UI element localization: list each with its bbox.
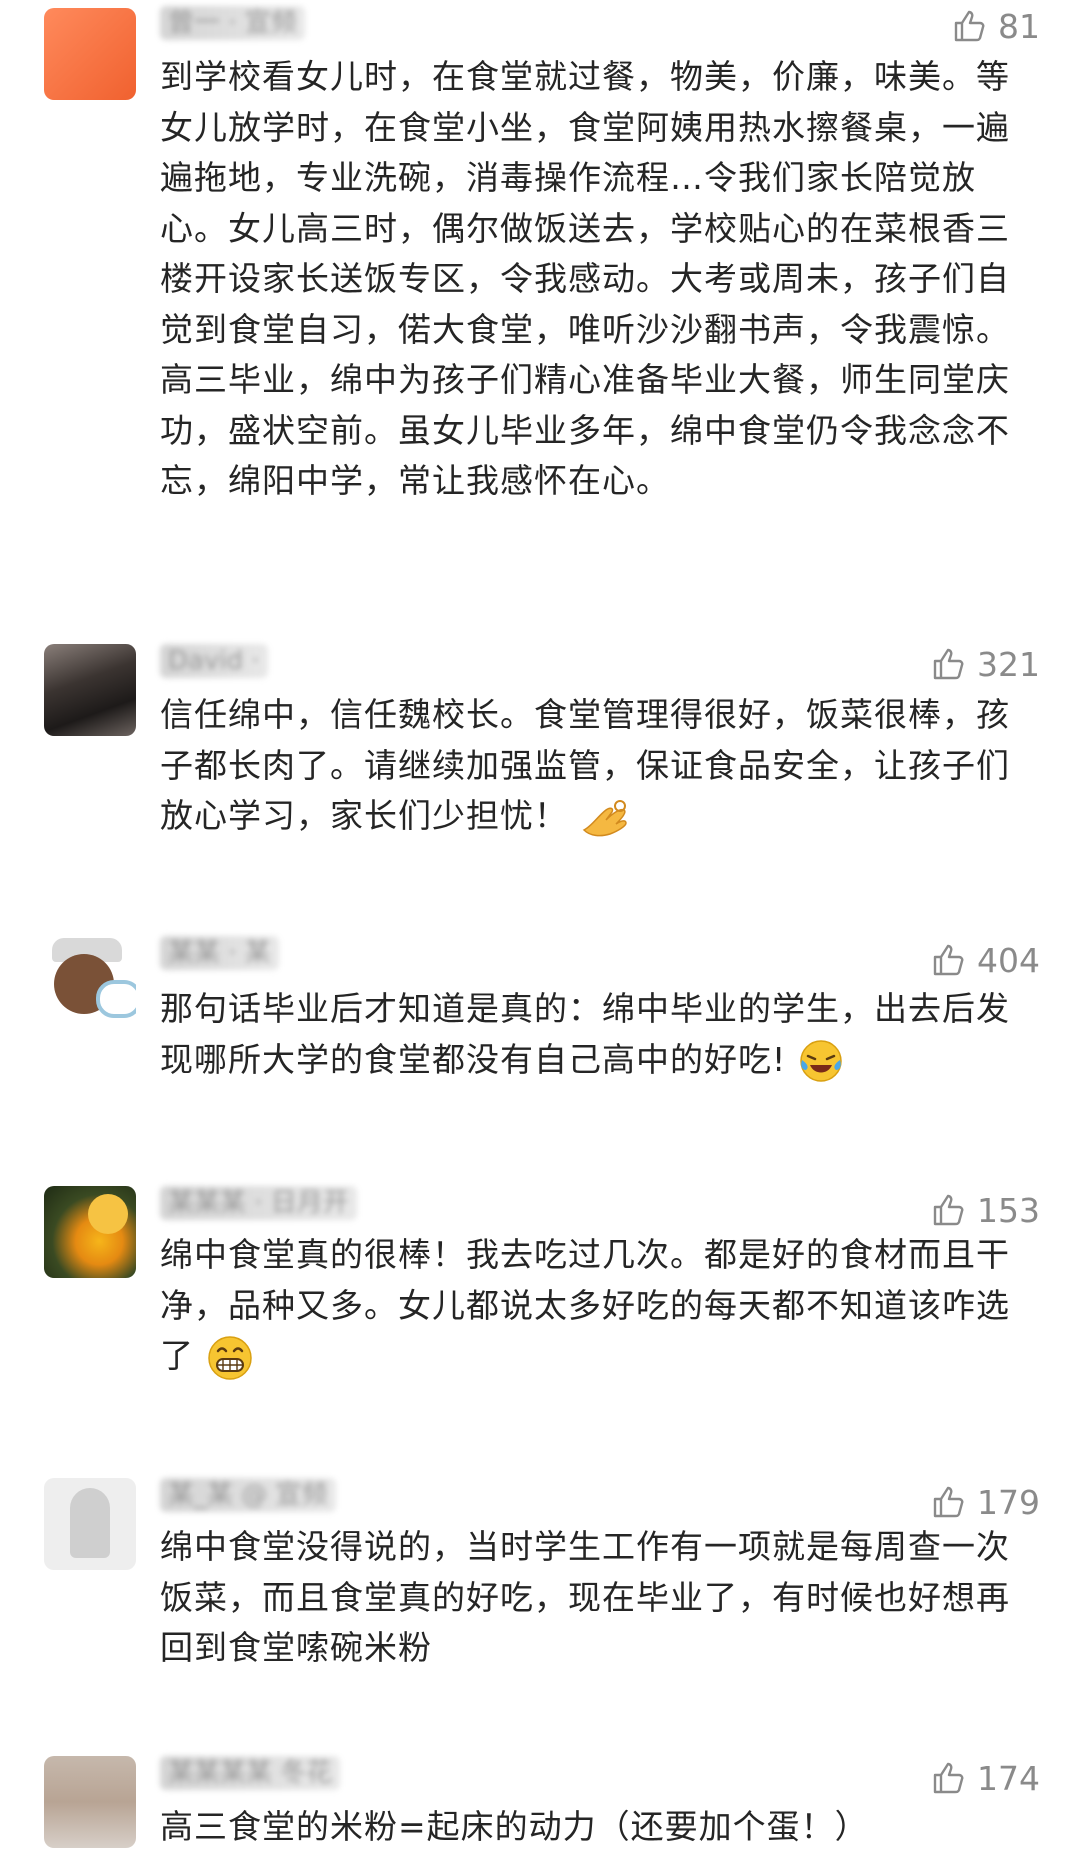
like-button[interactable]: 81: [952, 6, 1040, 46]
comment-item: 曾一 · 宣频 81 到学校看女儿时，在食堂就过餐，物美，价廉，味美。等女儿放学…: [0, 0, 1080, 600]
comment-item: 某_某 @ 宣频 179 绵中食堂没得说的，当时学生工作有一项就是每周查一次饭菜…: [0, 1470, 1080, 1710]
crying-laughing-emoji: [799, 1040, 842, 1082]
like-button[interactable]: 404: [931, 940, 1040, 980]
comment-text-block: 信任绵中，信任魏校长。食堂管理得很好，饭菜很棒，孩子都长肉了。请继续加强监管，保…: [160, 690, 1030, 842]
comment-item: 某某 · 某 404 那句话毕业后才知道是真的：绵中毕业的学生，出去后发现哪所大…: [0, 928, 1080, 1128]
comment-text: 那句话毕业后才知道是真的：绵中毕业的学生，出去后发现哪所大学的食堂都没有自己高中…: [160, 989, 1010, 1079]
comment-text: 到学校看女儿时，在食堂就过餐，物美，价廉，味美。等女儿放学时，在食堂小坐，食堂阿…: [160, 57, 1010, 500]
avatar[interactable]: [44, 1478, 136, 1570]
like-button[interactable]: 174: [931, 1758, 1040, 1798]
comment-text: 绵中食堂没得说的，当时学生工作有一项就是每周查一次饭菜，而且食堂真的好吃，现在毕…: [160, 1527, 1010, 1667]
like-count: 81: [998, 6, 1040, 46]
ok-hand-emoji: [582, 799, 627, 836]
username[interactable]: 某某某某 冬花: [160, 1756, 341, 1790]
avatar[interactable]: [44, 1186, 136, 1278]
thumb-up-icon: [933, 1486, 964, 1518]
grinning-emoji: [207, 1335, 252, 1380]
username[interactable]: 某某 · 某: [160, 936, 279, 970]
username[interactable]: David ·: [160, 644, 268, 678]
like-count: 153: [977, 1190, 1040, 1230]
like-button[interactable]: 179: [931, 1482, 1040, 1522]
username[interactable]: 某_某 @ 宣频: [160, 1478, 336, 1512]
avatar[interactable]: [44, 644, 136, 736]
comment-text: 高三食堂的米粉=起床的动力（还要加个蛋！）: [160, 1807, 869, 1846]
thumb-up-icon: [933, 944, 964, 976]
comment-text-block: 绵中食堂真的很棒！我去吃过几次。都是好的食材而且干净，品种又多。女儿都说太多好吃…: [160, 1230, 1030, 1382]
like-button[interactable]: 321: [931, 644, 1040, 684]
like-button[interactable]: 153: [931, 1190, 1040, 1230]
like-count: 321: [977, 644, 1040, 684]
comment-item: David · 321 信任绵中，信任魏校长。食堂管理得很好，饭菜很棒，孩子都长…: [0, 630, 1080, 880]
avatar[interactable]: [44, 8, 136, 100]
username[interactable]: 某某某 · 日月开: [160, 1186, 357, 1220]
thumb-up-icon: [933, 1762, 964, 1794]
thumb-up-icon: [954, 10, 985, 42]
comment-item: 某某某某 冬花 174 高三食堂的米粉=起床的动力（还要加个蛋！）: [0, 1752, 1080, 1860]
like-count: 174: [977, 1758, 1040, 1798]
thumb-up-icon: [933, 648, 964, 680]
thumb-up-icon: [933, 1194, 964, 1226]
like-count: 179: [977, 1482, 1040, 1522]
comment-item: 某某某 · 日月开 153 绵中食堂真的很棒！我去吃过几次。都是好的食材而且干净…: [0, 1178, 1080, 1428]
comment-text-block: 那句话毕业后才知道是真的：绵中毕业的学生，出去后发现哪所大学的食堂都没有自己高中…: [160, 984, 1030, 1085]
like-count: 404: [977, 940, 1040, 980]
avatar[interactable]: [44, 1756, 136, 1848]
comment-text: 绵中食堂真的很棒！我去吃过几次。都是好的食材而且干净，品种又多。女儿都说太多好吃…: [160, 1235, 1010, 1375]
username[interactable]: 曾一 · 宣频: [160, 6, 305, 40]
avatar[interactable]: [44, 936, 136, 1028]
